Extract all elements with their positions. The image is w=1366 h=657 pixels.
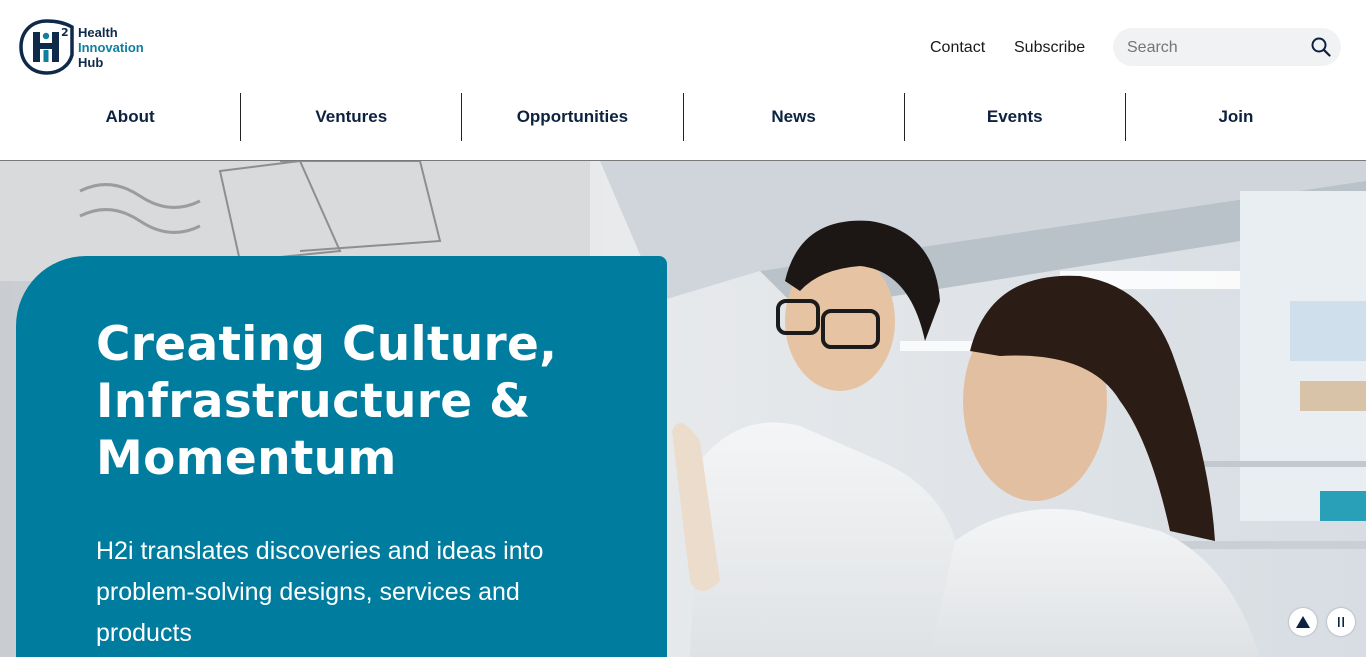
nav-item-opportunities[interactable]: Opportunities bbox=[461, 93, 682, 141]
hero-card: Creating Culture, Infrastructure & Momen… bbox=[16, 256, 667, 657]
main-nav: About Ventures Opportunities News Events… bbox=[20, 93, 1346, 141]
pause-button[interactable] bbox=[1327, 608, 1355, 636]
pause-icon bbox=[1338, 617, 1344, 627]
hero-subtitle: H2i translates discoveries and ideas int… bbox=[96, 537, 544, 647]
slide-up-button[interactable] bbox=[1289, 608, 1317, 636]
logo-line-hub: Hub bbox=[78, 54, 104, 70]
search-input[interactable] bbox=[1125, 28, 1309, 68]
logo-wordmark: Health Innovation Hub bbox=[78, 25, 144, 70]
nav-item-news[interactable]: News bbox=[682, 93, 904, 141]
h2-logo-icon: 2 bbox=[19, 19, 74, 75]
hero-title: Creating Culture, Infrastructure & Momen… bbox=[96, 317, 558, 486]
nav-item-about[interactable]: About bbox=[20, 93, 240, 141]
logo-line-innovation: Innovation bbox=[78, 39, 144, 55]
nav-item-join[interactable]: Join bbox=[1124, 93, 1346, 141]
svg-text:2: 2 bbox=[61, 26, 69, 39]
site-logo[interactable]: 2 Health Innovation Hub bbox=[19, 19, 144, 75]
nav-item-events[interactable]: Events bbox=[903, 93, 1125, 141]
search-icon[interactable] bbox=[1311, 37, 1331, 57]
triangle-up-icon bbox=[1296, 616, 1310, 628]
subscribe-link[interactable]: Subscribe bbox=[1014, 39, 1085, 57]
contact-link[interactable]: Contact bbox=[930, 39, 985, 57]
search-bar bbox=[1113, 28, 1341, 68]
hero-banner: Creating Culture, Infrastructure & Momen… bbox=[0, 161, 1366, 657]
nav-item-ventures[interactable]: Ventures bbox=[240, 93, 461, 141]
logo-line-health: Health bbox=[78, 24, 118, 40]
